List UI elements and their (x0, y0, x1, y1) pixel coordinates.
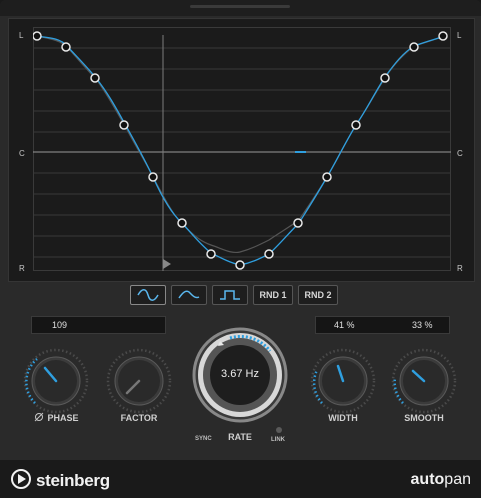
curve-node[interactable] (148, 172, 158, 182)
phase-label: PHASE (47, 413, 79, 423)
curve-node[interactable] (293, 218, 303, 228)
axis-label-right-bottom: R (457, 264, 463, 273)
phase-value-field[interactable]: 109 (31, 316, 166, 334)
sine-shape-button[interactable] (130, 285, 166, 305)
sine-wave-icon (137, 289, 159, 301)
axis-label-left-center: C (19, 149, 25, 158)
lfo-curve (35, 35, 446, 266)
link-led[interactable] (276, 427, 282, 433)
factor-knob[interactable] (104, 346, 174, 416)
random-2-button[interactable]: RND 2 (298, 285, 338, 305)
lfo-curve-graph[interactable] (33, 27, 451, 271)
curve-node[interactable] (33, 31, 42, 41)
curve-node[interactable] (177, 218, 187, 228)
axis-label-right-center: C (457, 149, 463, 158)
phase-value: 109 (52, 320, 68, 330)
curve-node[interactable] (61, 42, 71, 52)
phase-knob[interactable] (21, 346, 91, 416)
width-value[interactable]: 41 % (334, 317, 355, 333)
waveform-selector: RND 1 RND 2 (130, 285, 338, 305)
triangle-wave-icon (178, 290, 200, 299)
axis-label-right-top: L (457, 31, 462, 40)
random-2-label: RND 2 (304, 290, 332, 300)
curve-node[interactable] (119, 120, 129, 130)
width-knob[interactable] (308, 346, 378, 416)
autopan-plugin-window: L L C C R R RND 1 RND 2 109 41 % 33 % PH… (0, 0, 481, 498)
steinberg-play-logo-icon (11, 469, 31, 489)
link-label: LINK (271, 437, 285, 443)
curve-node[interactable] (264, 249, 274, 259)
width-label: WIDTH (328, 413, 358, 423)
curve-node[interactable] (90, 73, 100, 83)
graph-grid (33, 27, 451, 271)
axis-label-left-top: L (19, 31, 24, 40)
square-wave-icon (220, 290, 240, 300)
title-bar[interactable] (0, 0, 481, 16)
product-name: autopan (411, 471, 471, 489)
smooth-label: SMOOTH (404, 413, 444, 423)
curve-node[interactable] (438, 31, 448, 41)
axis-label-left-bottom: R (19, 264, 25, 273)
brand-name: steinberg (36, 471, 110, 490)
curve-node[interactable] (409, 42, 419, 52)
rate-label: RATE (228, 432, 252, 442)
square-shape-button[interactable] (212, 285, 248, 305)
curve-node[interactable] (322, 172, 332, 182)
random-1-button[interactable]: RND 1 (253, 285, 293, 305)
smooth-knob[interactable] (389, 346, 459, 416)
product-name-light: pan (444, 471, 471, 488)
previous-curve (35, 35, 446, 254)
phase-marker-handle (163, 259, 171, 269)
width-smooth-value-field: 41 % 33 % (315, 316, 450, 334)
product-name-bold: auto (410, 471, 445, 488)
factor-label: FACTOR (120, 413, 158, 423)
rate-value: 3.67 Hz (221, 368, 259, 380)
curve-node[interactable] (235, 260, 245, 270)
curve-node[interactable] (351, 120, 361, 130)
triangle-shape-button[interactable] (171, 285, 207, 305)
curve-node[interactable] (380, 73, 390, 83)
random-1-label: RND 1 (259, 290, 287, 300)
title-bar-grip (190, 5, 290, 8)
curve-node[interactable] (206, 249, 216, 259)
curve-nodes (33, 31, 448, 270)
smooth-value[interactable]: 33 % (412, 317, 433, 333)
